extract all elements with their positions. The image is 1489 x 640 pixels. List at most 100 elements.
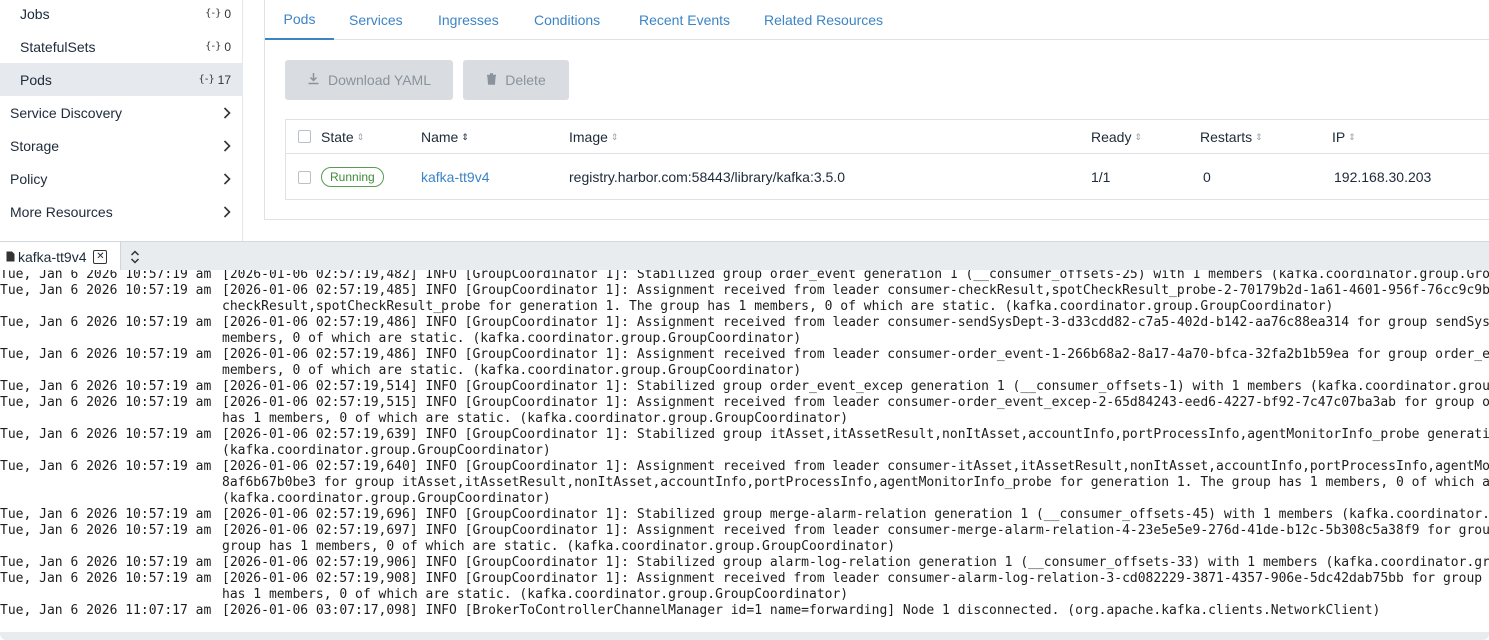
ready-cell: 1/1 [1091,169,1111,185]
column-header-ready[interactable]: Ready ⇕ [1091,120,1142,154]
log-message: [2026-01-06 02:57:19,515] INFO [GroupCoo… [222,395,1489,410]
tab-recent-events[interactable]: Recent Events [639,0,730,40]
sidebar-item-label: Policy [10,170,48,187]
trash-icon [486,72,497,88]
log-timestamp: Tue, Jan 6 2026 10:57:19 am [0,459,212,474]
log-message: [2026-01-06 02:57:19,486] INFO [GroupCoo… [222,347,1489,362]
delete-button[interactable]: Delete [463,60,569,100]
sidebar-item-jobs[interactable]: Jobs {-} 0 [0,0,243,30]
log-message: [2026-01-06 02:57:19,908] INFO [GroupCoo… [222,571,1489,586]
sidebar-item-count: {-} 17 [199,63,231,96]
log-message: has 1 members, 0 of which are static. (k… [222,411,849,426]
column-header-label: Restarts [1200,129,1253,145]
select-all-checkbox[interactable] [298,130,311,143]
log-message: [2026-01-06 02:57:19,697] INFO [GroupCoo… [222,523,1489,538]
sidebar-item-policy[interactable]: Policy [0,162,243,195]
log-timestamp: Tue, Jan 6 2026 10:57:19 am [0,507,212,522]
sidebar-item-label: Service Discovery [10,104,123,121]
sort-icon: ⇕ [1134,131,1143,142]
name-cell: kafka-tt9v4 [421,154,489,200]
tab-conditions[interactable]: Conditions [534,0,600,40]
sidebar-item-service-discovery[interactable]: Service Discovery [0,96,243,129]
tab-pods[interactable]: Pods [265,0,334,40]
pods-table: State ⇕ Name ⇕ Image ⇕ Ready ⇕ Restarts … [285,119,1489,200]
tab-related-resources[interactable]: Related Resources [764,0,883,40]
sidebar-item-count-value: 0 [224,6,231,21]
resource-count-icon: {-} [205,8,221,19]
pod-name-link[interactable]: kafka-tt9v4 [421,169,489,185]
sort-icon: ⇕ [1255,131,1263,142]
state-cell: Running [321,154,384,200]
sort-down-icon: ⇕ [461,131,469,142]
download-yaml-label: Download YAML [328,72,431,88]
log-output: Tue, Jan 6 2026 10:57:19 am [2026-01-06 0… [0,270,1489,632]
sidebar-item-label: Jobs [20,5,50,22]
sidebar-item-label: More Resources [10,203,113,220]
log-message: [2026-01-06 03:07:17,098] INFO [BrokerTo… [222,603,1381,618]
log-timestamp: Tue, Jan 6 2026 10:57:19 am [0,395,212,410]
log-message: [2026-01-06 02:57:19,514] INFO [GroupCoo… [222,379,1489,394]
sidebar-item-statefulsets[interactable]: StatefulSets {-} 0 [0,30,243,63]
column-header-restarts[interactable]: Restarts ⇕ [1200,120,1263,154]
log-timestamp: Tue, Jan 6 2026 10:57:19 am [0,523,212,538]
sidebar-item-pods[interactable]: Pods {-} 17 [0,63,243,96]
chevron-right-icon [223,162,231,195]
log-timestamp: Tue, Jan 6 2026 10:57:19 am [0,283,212,298]
table-header: State ⇕ Name ⇕ Image ⇕ Ready ⇕ Restarts … [286,120,1489,154]
close-icon[interactable]: ✕ [93,249,108,264]
column-header-label: IP [1332,129,1346,145]
column-header-image[interactable]: Image ⇕ [569,120,618,154]
download-yaml-button[interactable]: Download YAML [285,60,453,100]
column-header-label: Name [421,129,459,145]
delete-label: Delete [505,72,546,88]
sort-icon: ⇕ [610,131,619,142]
column-header-ip[interactable]: IP ⇕ [1332,120,1356,154]
sidebar-item-count-value: 0 [224,39,231,54]
expand-collapse-icon[interactable] [130,242,140,271]
row-checkbox[interactable] [298,171,311,184]
log-tab-kafka[interactable]: kafka-tt9v4 ✕ [0,242,121,271]
log-message: has 1 members, 0 of which are static. (k… [222,587,849,602]
sort-icon: ⇕ [356,131,365,142]
restarts-cell: 0 [1203,169,1211,185]
log-message: (kafka.coordinator.group.GroupCoordinato… [222,491,551,506]
column-header-state[interactable]: State ⇕ [321,120,364,154]
log-timestamp: Tue, Jan 6 2026 10:57:19 am [0,270,212,282]
log-message: group has 1 members, 0 of which are stat… [222,539,896,554]
sidebar-item-label: Pods [20,71,52,88]
sidebar-item-storage[interactable]: Storage [0,129,243,162]
sidebar-item-label: Storage [10,137,60,154]
file-icon [6,249,15,265]
log-message: members, 0 of which are static. (kafka.c… [222,363,802,378]
sidebar-item-more-resources[interactable]: More Resources [0,195,243,228]
download-icon [307,72,320,88]
column-header-name[interactable]: Name ⇕ [421,120,469,154]
log-message: members, 0 of which are static. (kafka.c… [222,331,802,346]
sidebar-item-count-value: 17 [217,72,231,87]
tab-ingresses[interactable]: Ingresses [438,0,499,40]
log-message: [2026-01-06 02:57:19,696] INFO [GroupCoo… [222,507,1489,522]
column-header-label: Image [569,129,608,145]
tab-services[interactable]: Services [349,0,403,40]
column-header-label: State [321,129,354,145]
log-panel-bar: kafka-tt9v4 ✕ [0,241,1489,271]
chevron-right-icon [223,96,231,129]
log-timestamp: Tue, Jan 6 2026 10:57:19 am [0,315,212,330]
sort-icon: ⇕ [1348,131,1356,142]
resource-count-icon: {-} [198,74,215,85]
sidebar: Jobs {-} 0 StatefulSets {-} 0 Pods {-} 1… [0,0,243,241]
sidebar-item-label: StatefulSets [20,38,96,55]
resource-detail-panel: Pods Services Ingresses Conditions Recen… [264,0,1489,220]
log-message: [2026-01-06 02:57:19,639] INFO [GroupCoo… [222,427,1489,442]
log-timestamp: Tue, Jan 6 2026 10:57:19 am [0,379,212,394]
log-message: checkResult,spotCheckResult_probe for ge… [222,299,1334,314]
resource-count-icon: {-} [205,41,221,52]
log-message: [2026-01-06 02:57:19,486] INFO [GroupCoo… [222,315,1489,330]
log-tab-label: kafka-tt9v4 [18,248,87,265]
log-message: [2026-01-06 02:57:19,640] INFO [GroupCoo… [222,459,1489,474]
sidebar-item-count: {-} 0 [205,0,231,30]
column-header-label: Ready [1091,129,1132,145]
log-timestamp: Tue, Jan 6 2026 10:57:19 am [0,347,212,362]
log-message: (kafka.coordinator.group.GroupCoordinato… [222,443,551,458]
image-cell: registry.harbor.com:58443/library/kafka:… [569,169,845,185]
